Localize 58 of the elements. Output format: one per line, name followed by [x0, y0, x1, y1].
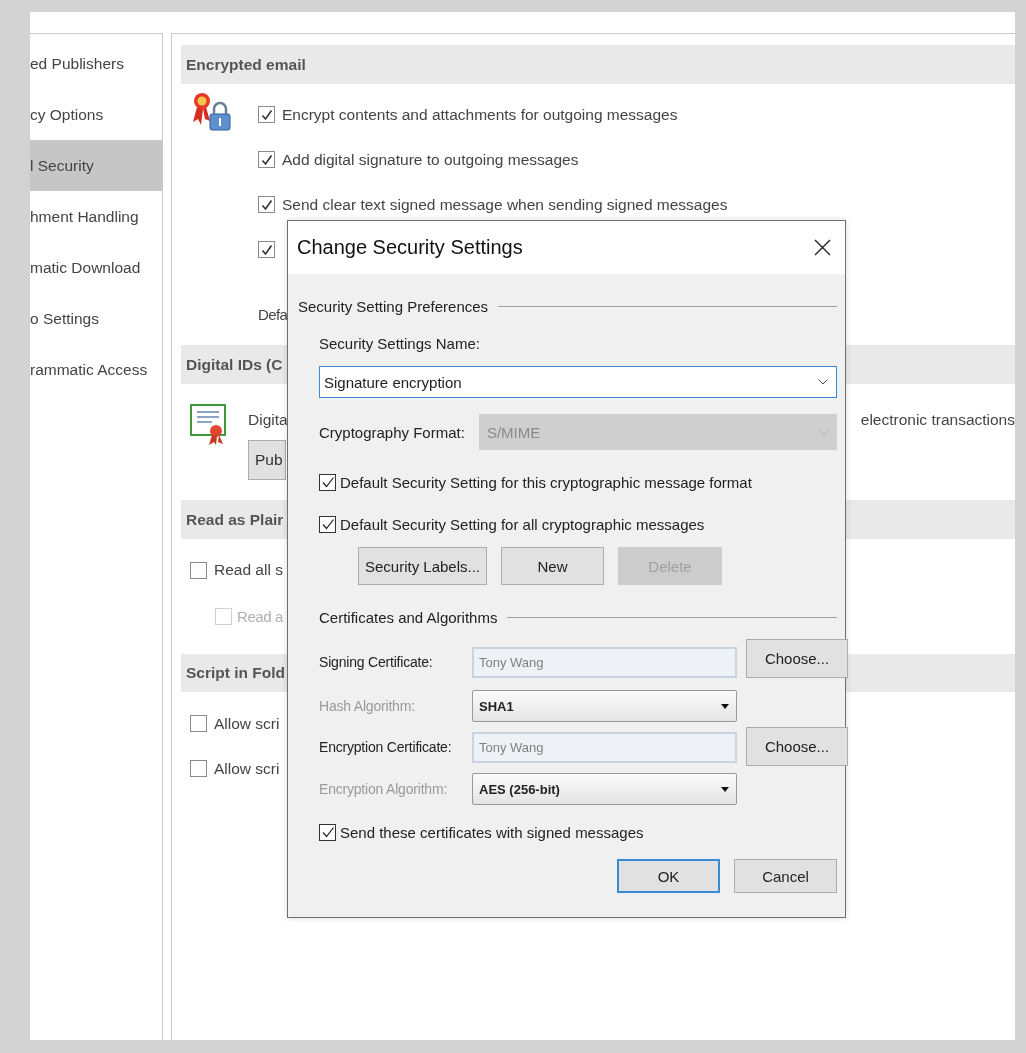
dialog-button[interactable]: OK [617, 859, 720, 893]
checkbox-label[interactable]: Send clear text signed message when sending signed messages [282, 195, 728, 214]
dropdown-arrow-icon [721, 703, 729, 709]
publish-button[interactable]: Pub [248, 440, 286, 480]
sidebar-item[interactable]: o Settings [30, 293, 162, 344]
setting-label: Defa [258, 305, 288, 325]
checkbox[interactable] [319, 823, 336, 841]
dialog-button[interactable]: Security Labels... [358, 547, 487, 585]
checkbox[interactable] [319, 473, 336, 491]
description-text: electronic transactions [860, 410, 1015, 430]
certificate-field[interactable]: Tony Wang [472, 731, 737, 763]
format-combo-box: S/MIME [478, 414, 837, 450]
checkbox-label[interactable]: Send these certificates with signed messages [340, 823, 644, 841]
close-icon[interactable] [814, 239, 831, 256]
checkbox[interactable] [190, 760, 207, 777]
field-label: Encryption Certificate: [319, 738, 453, 757]
checkbox[interactable] [190, 715, 207, 732]
field-label: Signing Certificate: [319, 653, 434, 672]
choose-button[interactable]: Choose... [746, 639, 848, 678]
choose-button[interactable]: Choose... [746, 727, 848, 766]
checkbox-label[interactable]: Allow scri [214, 714, 280, 733]
certificate-icon [190, 404, 226, 446]
checkbox[interactable] [258, 106, 275, 123]
name-combo-box[interactable]: Signature encryption [319, 366, 837, 398]
field-label: Hash Algorithm: [319, 697, 416, 716]
checkbox-label[interactable]: Allow scri [214, 759, 280, 778]
sidebar-item[interactable]: cy Options [30, 89, 162, 140]
dialog-title: Change Security Settings [297, 236, 523, 259]
sidebar-item[interactable]: hment Handling [30, 191, 162, 242]
description-text: Digita [248, 410, 288, 430]
algorithm-dropdown[interactable]: AES (256-bit) [472, 773, 737, 805]
checkbox[interactable] [190, 561, 207, 579]
sidebar-item[interactable]: ed Publishers [30, 38, 162, 89]
checkbox[interactable] [319, 515, 336, 533]
field-label: Encryption Algorithm: [319, 780, 449, 799]
dialog-button[interactable]: New [501, 547, 604, 585]
checkbox[interactable] [258, 241, 275, 258]
group-heading: Security Setting Preferences [298, 297, 489, 315]
checkbox[interactable] [258, 196, 275, 213]
field-label: Cryptography Format: [319, 423, 465, 441]
sidebar-item[interactable]: rammatic Access [30, 344, 162, 395]
algorithm-dropdown[interactable]: SHA1 [472, 690, 737, 722]
dialog-button[interactable]: Cancel [734, 859, 837, 893]
section-header: Encrypted email [181, 45, 1015, 84]
sidebar-item[interactable]: l Security [30, 140, 162, 191]
certificate-field[interactable]: Tony Wang [472, 646, 737, 678]
sidebar-item[interactable]: matic Download [30, 242, 162, 293]
checkbox-label[interactable]: Add digital signature to outgoing messages [282, 150, 579, 169]
chevron-down-icon [818, 379, 828, 385]
ribbon-padlock-icon [190, 92, 232, 132]
checkbox-label[interactable]: Encrypt contents and attachments for outgoing messages [282, 105, 678, 124]
dropdown-arrow-icon [721, 786, 729, 792]
checkbox-label[interactable]: Read all s [214, 561, 283, 579]
chevron-down-icon [819, 429, 829, 435]
checkbox[interactable] [258, 151, 275, 168]
group-heading: Certificates and Algorithms [319, 608, 498, 626]
checkbox-label[interactable]: Default Security Setting for this cryptographic message format [340, 473, 752, 491]
checkbox-label[interactable]: Default Security Setting for all cryptographic messages [340, 515, 705, 533]
